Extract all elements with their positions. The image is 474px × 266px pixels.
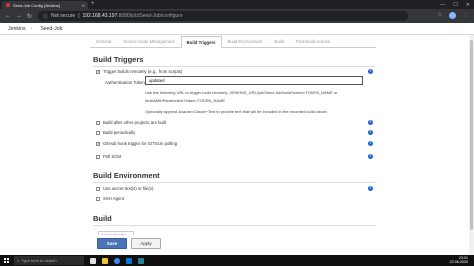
taskbar-search-placeholder: Type here to search [21, 258, 57, 263]
build-periodically-checkbox[interactable] [96, 130, 100, 135]
tab-build-triggers[interactable]: Build Triggers [180, 36, 222, 48]
config-tabs: General Source Code Management Build Tri… [90, 36, 376, 48]
help-icon[interactable]: ? [368, 120, 373, 125]
trigger-remote-checkbox[interactable]: ✓ [96, 69, 100, 74]
taskbar-search[interactable]: ⌕ Type here to search [14, 256, 84, 265]
ssh-agent-label: SSH Agent [103, 196, 125, 201]
github-hook-label: GitHub hook trigger for GITScm polling [103, 141, 178, 146]
clock-date: 22-06-2020 [449, 260, 468, 265]
build-periodically-label: Build periodically [103, 130, 136, 135]
browser-tab[interactable]: Seed-Job Config [Jenkins] ✕ [2, 1, 88, 9]
app-icon[interactable] [138, 257, 144, 264]
warning-icon: ⓘ [43, 13, 49, 20]
tab-source-code-management[interactable]: Source Code Management [117, 36, 180, 47]
chrome-icon[interactable] [114, 257, 120, 264]
auth-token-input[interactable]: updated [145, 76, 363, 85]
remote-url-note-1: Use the following URL to trigger build r… [145, 90, 338, 95]
poll-scm-option[interactable]: Poll SCM [96, 154, 121, 159]
section-divider [93, 225, 375, 226]
profile-icon[interactable] [449, 12, 456, 19]
secret-text-label: Use secret text(s) or file(s) [103, 186, 154, 191]
breadcrumb-jenkins[interactable]: Jenkins [8, 26, 26, 32]
remote-url-note-3: Optionally append &cause=Cause+Text to p… [145, 109, 328, 114]
help-icon[interactable]: ? [368, 186, 373, 191]
build-environment-heading: Build Environment [93, 171, 160, 180]
jenkins-favicon-icon [6, 3, 10, 7]
tab-post-build-actions[interactable]: Post-build Actions [290, 36, 336, 47]
save-button[interactable]: Save [97, 238, 127, 249]
config-panel: General Source Code Management Build Tri… [88, 35, 380, 266]
reload-icon[interactable]: ↻ [27, 13, 32, 20]
file-explorer-icon[interactable] [102, 257, 108, 264]
minimize-icon[interactable]: — [440, 2, 445, 8]
address-bar[interactable]: ⓘ Not secure | 192.168.43.197:8080/job/S… [38, 11, 408, 21]
browser-tab-strip: Seed-Job Config [Jenkins] ✕ + — ☐ ✕ [0, 0, 474, 9]
tab-build-environment[interactable]: Build Environment [222, 36, 269, 47]
trigger-remote-label: Trigger builds remotely (e.g., from scri… [103, 69, 183, 74]
ssh-agent-checkbox[interactable] [96, 196, 100, 201]
browser-toolbar: ← → ↻ ⓘ Not secure | 192.168.43.197:8080… [0, 9, 474, 23]
toolbar-right: ☆ ⋮ [438, 12, 468, 19]
help-icon[interactable]: ? [368, 141, 373, 146]
poll-scm-label: Poll SCM [103, 154, 121, 159]
build-heading: Build [93, 214, 112, 223]
build-periodically-option[interactable]: Build periodically [96, 130, 135, 135]
trigger-remote-option[interactable]: ✓ Trigger builds remotely (e.g., from sc… [96, 69, 182, 74]
tab-build[interactable]: Build [268, 36, 290, 47]
forward-icon[interactable]: → [16, 13, 22, 19]
help-icon[interactable]: ? [368, 69, 373, 74]
menu-icon[interactable]: ⋮ [463, 12, 468, 19]
back-icon[interactable]: ← [5, 13, 11, 19]
poll-scm-checkbox[interactable] [96, 154, 100, 159]
search-icon: ⌕ [17, 258, 20, 263]
taskbar: ⌕ Type here to search 23:01 22-06-2020 [0, 255, 474, 266]
taskbar-apps [90, 257, 144, 264]
task-view-icon[interactable] [90, 257, 96, 264]
build-after-label: Build after other projects are built [103, 120, 167, 125]
remote-url-note-2: /buildWithParameters?token=TOKEN_NAME [145, 98, 226, 103]
secret-text-checkbox[interactable] [96, 186, 100, 191]
not-secure-label: Not secure [51, 13, 76, 19]
build-triggers-heading: Build Triggers [93, 55, 144, 64]
breadcrumb-seed-job[interactable]: Seed-Job [40, 26, 62, 32]
browser-tab-title: Seed-Job Config [Jenkins] [13, 2, 60, 8]
tab-general[interactable]: General [90, 36, 117, 47]
mail-icon[interactable] [126, 257, 132, 264]
auth-token-label: Authentication Token [105, 80, 145, 85]
maximize-icon[interactable]: ☐ [453, 2, 457, 8]
breadcrumb: Jenkins › Seed-Job [0, 23, 474, 35]
secret-text-option[interactable]: Use secret text(s) or file(s) [96, 186, 153, 191]
breadcrumb-separator: › [30, 25, 33, 32]
tab-close-icon[interactable]: ✕ [82, 3, 85, 8]
scrollbar-thumb[interactable] [470, 40, 473, 230]
url-path: :8080/job/Seed-Job/configure [117, 13, 183, 19]
build-after-checkbox[interactable] [96, 120, 100, 125]
github-hook-checkbox[interactable]: ✓ [96, 141, 100, 146]
section-divider [93, 66, 375, 67]
close-window-icon[interactable]: ✕ [466, 2, 470, 8]
apply-button[interactable]: Apply [131, 238, 161, 249]
url-host: 192.168.43.197 [82, 13, 118, 19]
window-controls: — ☐ ✕ [440, 0, 470, 9]
url-divider: | [78, 13, 80, 19]
help-icon[interactable]: ? [368, 130, 373, 135]
new-tab-icon[interactable]: + [91, 1, 95, 8]
build-after-option[interactable]: Build after other projects are built [96, 120, 166, 125]
ssh-agent-option[interactable]: SSH Agent [96, 196, 124, 201]
windows-start-icon[interactable] [4, 258, 9, 263]
system-tray-clock[interactable]: 23:01 22-06-2020 [450, 256, 468, 265]
star-icon[interactable]: ☆ [438, 12, 442, 19]
github-hook-option[interactable]: ✓ GitHub hook trigger for GITScm polling [96, 141, 177, 146]
help-icon[interactable]: ? [368, 154, 373, 159]
section-divider [93, 182, 375, 183]
